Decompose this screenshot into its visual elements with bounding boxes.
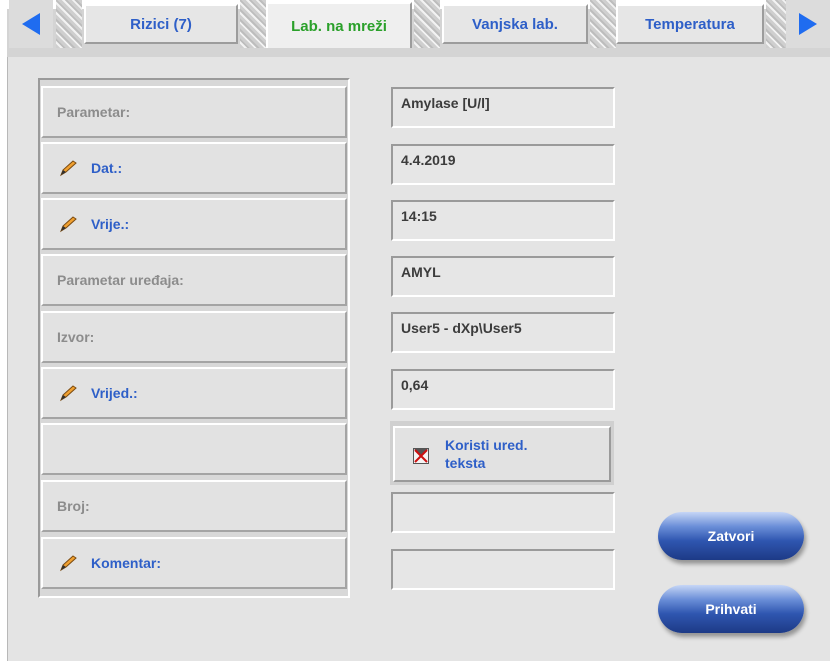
label-comment-button[interactable]: Komentar:	[41, 537, 347, 589]
label-source-text: Izvor:	[57, 329, 95, 345]
label-date-button[interactable]: Dat.:	[41, 142, 347, 194]
label-device-parameter-text: Parametar uređaja:	[57, 272, 184, 288]
tab-next-button[interactable]	[786, 0, 830, 48]
label-value-button[interactable]: Vrijed.:	[41, 367, 347, 419]
value-device-parameter: AMYL	[391, 256, 615, 297]
value-comment[interactable]	[391, 549, 615, 590]
label-device-parameter: Parametar uređaja:	[41, 254, 347, 306]
tab-lab-network[interactable]: Lab. na mreži	[266, 2, 412, 48]
tab-grip	[56, 0, 82, 48]
label-parameter-text: Parametar:	[57, 104, 131, 120]
label-date-text: Dat.:	[91, 160, 123, 176]
tab-grip	[240, 0, 266, 48]
arrow-left-icon	[22, 13, 40, 35]
label-source: Izvor:	[41, 311, 347, 363]
use-text-editor-label: Koristi ured. teksta	[445, 437, 528, 471]
pencil-icon	[59, 216, 77, 233]
pencil-icon	[59, 160, 77, 177]
label-parameter: Parametar:	[41, 86, 347, 138]
pencil-icon	[59, 385, 77, 402]
arrow-right-icon	[799, 13, 817, 35]
label-empty	[41, 423, 347, 475]
value-date: 4.4.2019	[391, 144, 615, 185]
use-text-editor-toggle[interactable]: Koristi ured. teksta	[393, 426, 611, 482]
value-parameter: Amylase [U/l]	[391, 87, 615, 128]
label-time-text: Vrije.:	[91, 216, 130, 232]
pencil-icon	[59, 555, 77, 572]
value-number[interactable]	[391, 492, 615, 533]
tab-risks[interactable]: Rizici (7)	[84, 4, 238, 44]
value-time: 14:15	[391, 200, 615, 241]
label-time-button[interactable]: Vrije.:	[41, 198, 347, 250]
tab-grip	[590, 0, 616, 48]
value-value: 0,64	[391, 369, 615, 410]
checkbox-x-icon	[413, 448, 429, 464]
label-number-text: Broj:	[57, 498, 90, 514]
label-value-text: Vrijed.:	[91, 385, 138, 401]
accept-button[interactable]: Prihvati	[658, 585, 804, 633]
tab-temperature[interactable]: Temperatura	[616, 4, 764, 44]
value-source: User5 - dXp\User5	[391, 312, 615, 353]
tab-grip	[414, 0, 440, 48]
tab-external-lab[interactable]: Vanjska lab.	[442, 4, 588, 44]
tab-prev-button[interactable]	[9, 0, 53, 48]
close-button[interactable]: Zatvori	[658, 512, 804, 560]
label-comment-text: Komentar:	[91, 555, 162, 571]
label-number: Broj:	[41, 480, 347, 532]
